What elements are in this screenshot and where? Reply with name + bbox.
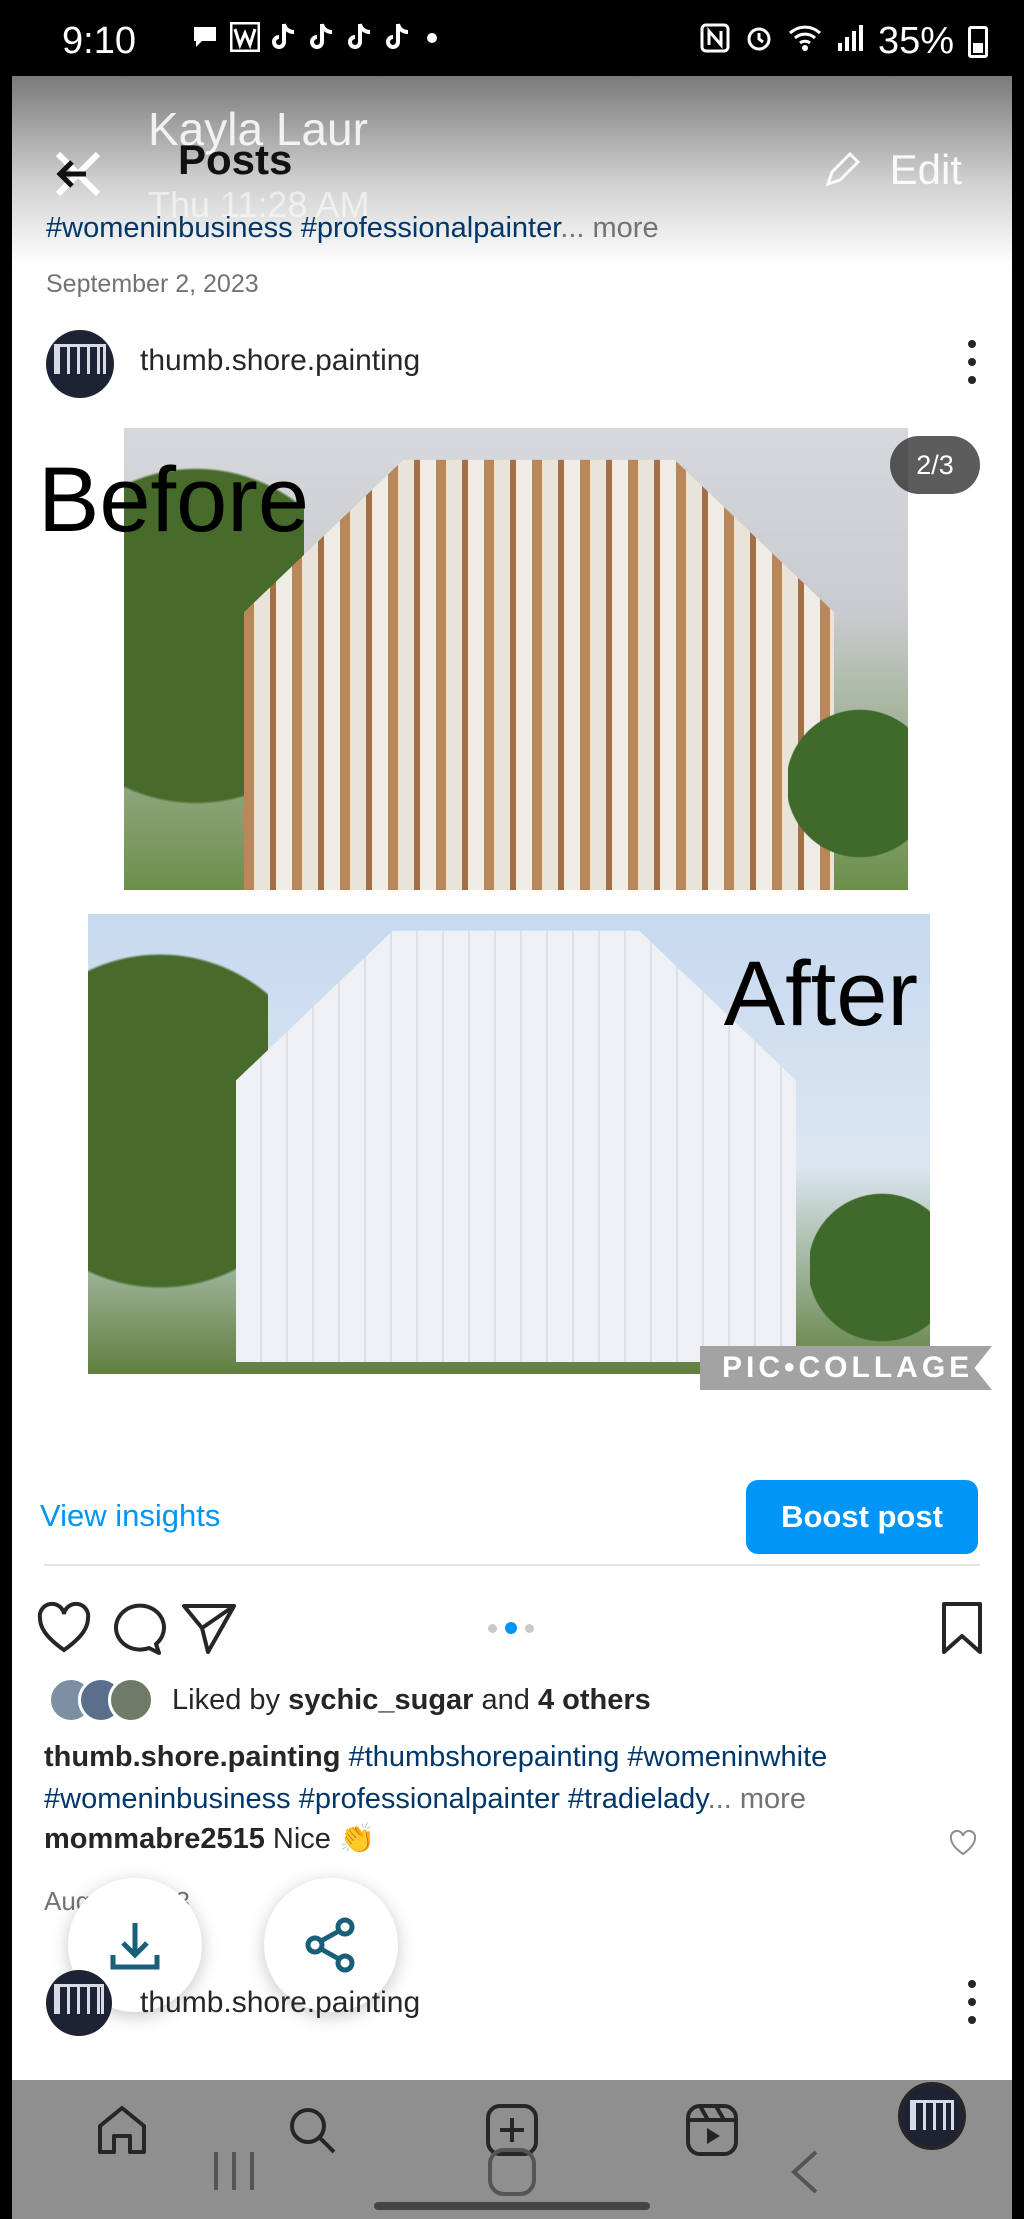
caption-username[interactable]: thumb.shore.painting <box>44 1741 340 1773</box>
tiktok-icon <box>346 22 374 61</box>
next-post-username[interactable]: thumb.shore.painting <box>140 1986 420 2020</box>
nfc-icon <box>700 20 730 63</box>
more-link[interactable]: ... more <box>560 212 658 244</box>
battery-percent: 35% <box>877 20 954 62</box>
edit-label: Edit <box>889 146 962 193</box>
bookmark-icon[interactable] <box>932 1598 992 1658</box>
likes-and: and <box>481 1683 530 1716</box>
pencil-icon <box>825 151 860 187</box>
edit-button[interactable]: Edit <box>822 146 962 194</box>
comment-icon[interactable] <box>106 1598 166 1658</box>
tiktok-icon <box>270 22 298 61</box>
barn-after-image <box>236 930 796 1362</box>
tiktok-icon <box>308 22 336 61</box>
post-image[interactable]: Before 2/3 After PIC•COLLAGE <box>12 428 1012 1508</box>
after-label: After <box>723 943 918 1045</box>
home-icon[interactable] <box>94 2102 150 2158</box>
app-screen: Kayla Laur Thu 11:28 AM Posts Edit #wome… <box>12 76 1012 2219</box>
likes-row[interactable]: Liked by sychic_sugar and 4 others <box>48 1672 651 1728</box>
likes-text: Liked by sychic_sugar and 4 others <box>172 1684 651 1717</box>
arrow-left-icon <box>55 151 101 197</box>
comment-username[interactable]: mommabre2515 <box>44 1823 265 1855</box>
carousel-dot-active <box>505 1622 517 1634</box>
liker-username[interactable]: sychic_sugar <box>288 1684 473 1716</box>
next-post-header: thumb.shore.painting <box>12 1970 1012 2050</box>
system-status: 35% <box>700 20 988 63</box>
view-insights-link[interactable]: View insights <box>40 1498 220 1534</box>
recents-icon[interactable] <box>204 2146 264 2201</box>
gesture-bar <box>374 2202 650 2210</box>
more-options-icon[interactable] <box>966 340 978 384</box>
tiktok-icon <box>384 22 412 61</box>
post-actions <box>12 1586 1012 1676</box>
pic-collage-watermark: PIC•COLLAGE <box>700 1346 992 1390</box>
battery-icon <box>968 25 988 58</box>
notification-icons <box>190 21 442 61</box>
page-title: Posts <box>178 136 293 183</box>
back-button[interactable] <box>50 142 114 206</box>
previous-post-tags[interactable]: #womeninbusiness #professionalpainter <box>46 212 560 244</box>
reels-icon[interactable] <box>684 2102 740 2158</box>
back-icon[interactable] <box>782 2146 826 2203</box>
before-label: Before <box>38 449 310 551</box>
posts-header: Kayla Laur Thu 11:28 AM Posts Edit #wome… <box>12 76 1012 298</box>
signal-icon <box>836 20 864 63</box>
download-icon <box>110 1923 160 1970</box>
likes-prefix: Liked by <box>172 1683 281 1716</box>
dot-icon <box>422 22 442 61</box>
alarm-icon <box>744 20 774 63</box>
carousel-dots <box>488 1622 534 1634</box>
carousel-dot <box>488 1623 497 1633</box>
send-icon[interactable] <box>178 1598 238 1658</box>
comment-heart-icon[interactable] <box>948 1828 978 1858</box>
divider <box>44 1564 980 1566</box>
comment-text: Nice 👏 <box>272 1823 376 1855</box>
more-options-icon[interactable] <box>966 1980 978 2024</box>
previous-post-caption: #womeninbusiness #professionalpainter...… <box>46 212 659 245</box>
previous-post-date: September 2, 2023 <box>46 270 259 298</box>
chat-bubble-icon <box>190 22 220 61</box>
status-bar: 9:10 35% <box>0 0 1024 76</box>
post-caption: thumb.shore.painting #thumbshorepainting… <box>44 1736 984 1820</box>
wifi-icon <box>788 20 822 63</box>
likes-others[interactable]: 4 others <box>538 1684 651 1716</box>
w-icon <box>229 21 261 61</box>
boost-post-button[interactable]: Boost post <box>746 1480 978 1554</box>
barn-before-image <box>244 459 834 890</box>
caption-more-link[interactable]: ... more <box>708 1783 806 1815</box>
avatar <box>108 1677 154 1723</box>
bottom-nav <box>12 2080 1012 2219</box>
insights-row: View insights Boost post <box>12 1466 1012 1576</box>
liker-avatars <box>48 1677 164 1723</box>
profile-avatar[interactable] <box>898 2082 966 2150</box>
search-icon[interactable] <box>284 2102 340 2158</box>
post-username[interactable]: thumb.shore.painting <box>140 344 420 378</box>
share-icon <box>305 1917 355 1973</box>
avatar[interactable] <box>46 330 114 398</box>
comment: mommabre2515 Nice 👏 <box>44 1822 375 1856</box>
avatar[interactable] <box>46 1970 112 2036</box>
status-time: 9:10 <box>62 20 136 62</box>
home-button-icon[interactable] <box>486 2146 538 2203</box>
carousel-counter: 2/3 <box>890 436 980 494</box>
post-header: thumb.shore.painting <box>12 320 1012 424</box>
heart-icon[interactable] <box>34 1598 94 1658</box>
carousel-dot <box>525 1623 534 1633</box>
